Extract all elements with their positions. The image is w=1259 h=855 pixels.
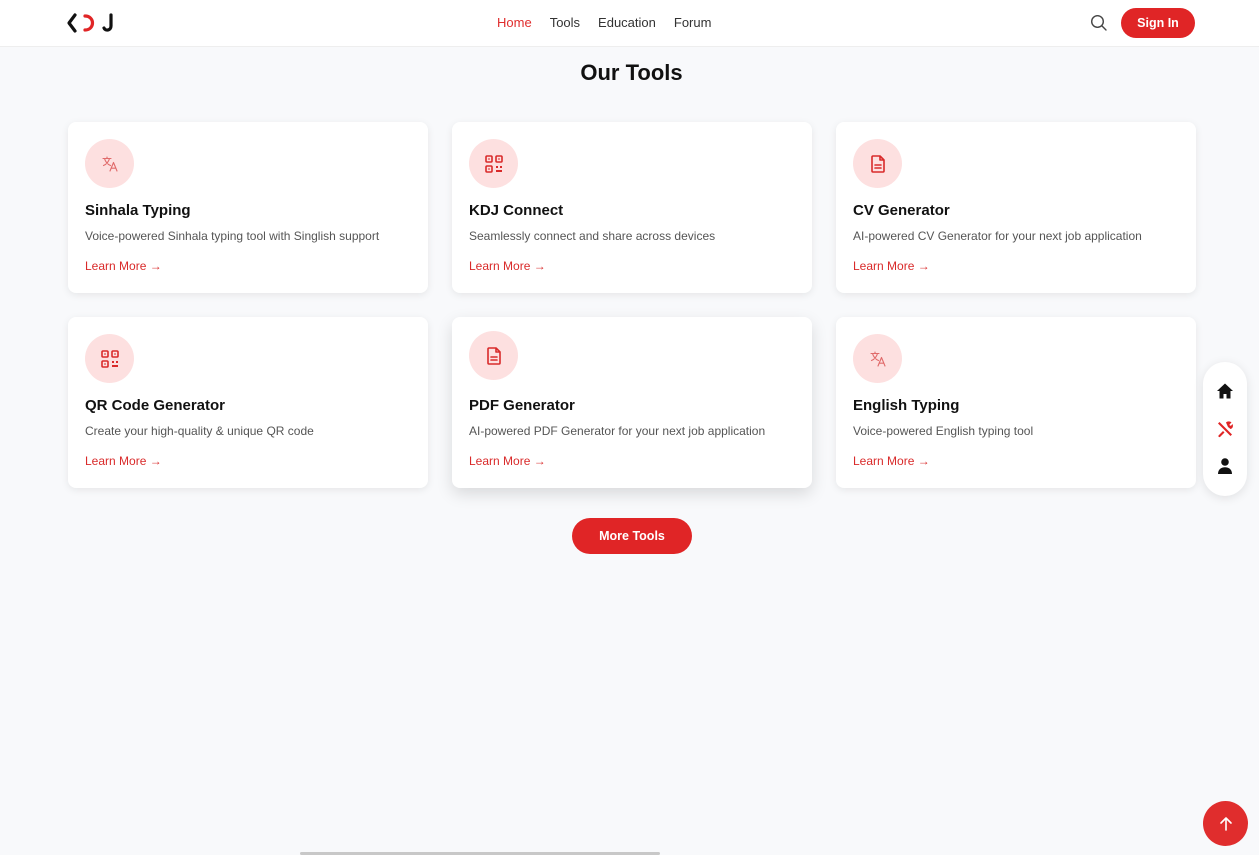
- translate-icon: [85, 139, 134, 188]
- back-to-top-button[interactable]: [1203, 801, 1248, 846]
- tools-icon[interactable]: [1215, 419, 1235, 439]
- card-description: Voice-powered English typing tool: [853, 424, 1034, 438]
- card-description: Voice-powered Sinhala typing tool with S…: [85, 229, 380, 243]
- learn-more-link[interactable]: Learn More →: [85, 259, 162, 273]
- learn-more-link[interactable]: Learn More →: [853, 259, 930, 273]
- sign-in-button[interactable]: Sign In: [1121, 8, 1195, 38]
- card-description: AI-powered CV Generator for your next jo…: [853, 229, 1142, 243]
- learn-more-link[interactable]: Learn More →: [469, 454, 546, 468]
- card-description: AI-powered PDF Generator for your next j…: [469, 424, 766, 438]
- card-title: Sinhala Typing: [85, 202, 191, 219]
- page-title: Our Tools: [580, 60, 683, 85]
- tool-card-sinhala-typing[interactable]: Sinhala Typing Voice-powered Sinhala typ…: [68, 122, 428, 293]
- qr-code-icon: [85, 334, 134, 383]
- search-icon[interactable]: [1089, 13, 1109, 33]
- nav-education[interactable]: Education: [598, 15, 656, 30]
- tool-card-pdf-generator[interactable]: PDF Generator AI-powered PDF Generator f…: [452, 317, 812, 488]
- nav-forum[interactable]: Forum: [674, 15, 712, 30]
- qr-code-icon: [469, 139, 518, 188]
- side-dock: [1203, 362, 1247, 496]
- card-title: PDF Generator: [469, 397, 575, 414]
- translate-icon: [853, 334, 902, 383]
- more-tools-button[interactable]: More Tools: [572, 518, 692, 554]
- main-nav: Home Tools Education Forum: [497, 15, 729, 30]
- tool-card-kdj-connect[interactable]: KDJ Connect Seamlessly connect and share…: [452, 122, 812, 293]
- learn-more-link[interactable]: Learn More →: [469, 259, 546, 273]
- tool-card-english-typing[interactable]: English Typing Voice-powered English typ…: [836, 317, 1196, 488]
- document-icon: [853, 139, 902, 188]
- top-header: Home Tools Education Forum Sign In: [0, 0, 1259, 47]
- card-title: KDJ Connect: [469, 202, 564, 219]
- nav-tools[interactable]: Tools: [550, 15, 580, 30]
- learn-more-link[interactable]: Learn More →: [853, 454, 930, 468]
- nav-home[interactable]: Home: [497, 15, 532, 30]
- kdj-logo[interactable]: [67, 12, 115, 34]
- arrow-up-icon: [1219, 816, 1232, 831]
- document-icon: [469, 331, 518, 380]
- card-description: Create your high-quality & unique QR cod…: [85, 424, 314, 438]
- learn-more-link[interactable]: Learn More →: [85, 454, 162, 468]
- tool-card-qr-code-generator[interactable]: QR Code Generator Create your high-quali…: [68, 317, 428, 488]
- home-icon[interactable]: [1215, 381, 1235, 401]
- user-icon[interactable]: [1215, 456, 1235, 476]
- card-title: CV Generator: [853, 202, 950, 219]
- card-title: English Typing: [853, 397, 960, 414]
- card-title: QR Code Generator: [85, 397, 226, 414]
- card-description: Seamlessly connect and share across devi…: [469, 229, 716, 243]
- tool-card-cv-generator[interactable]: CV Generator AI-powered CV Generator for…: [836, 122, 1196, 293]
